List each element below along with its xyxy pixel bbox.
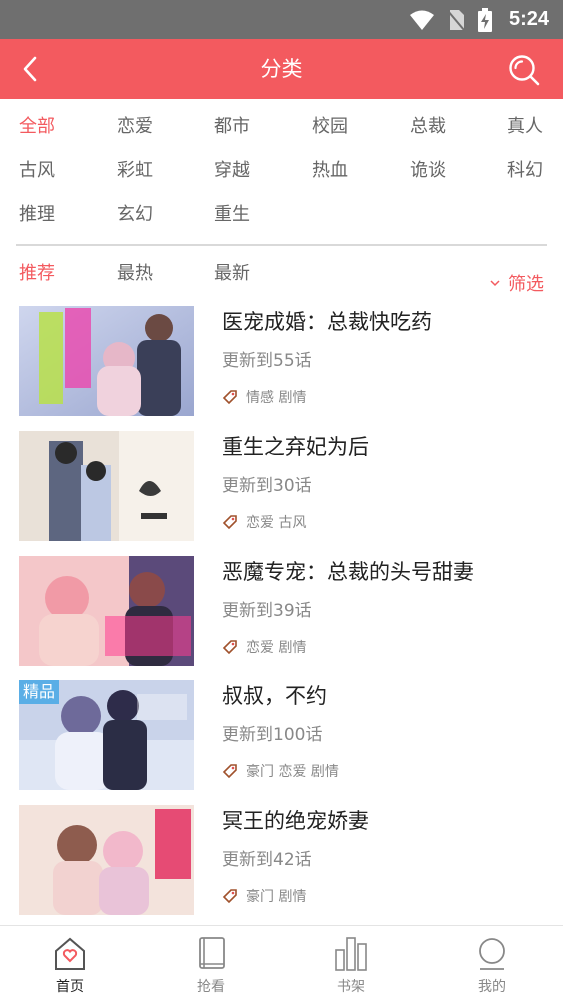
nav-bookshelf-label: 书架: [337, 979, 365, 995]
category-campus[interactable]: 校园: [312, 105, 348, 149]
search-button[interactable]: [507, 53, 541, 87]
category-rebirth[interactable]: 重生: [214, 193, 250, 237]
wifi-icon: [409, 10, 434, 30]
comic-title[interactable]: 叔叔，不约: [222, 680, 327, 710]
category-scifi[interactable]: 科幻: [507, 149, 543, 193]
page-title: 分类: [260, 57, 303, 81]
nav-profile-label: 我的: [478, 979, 506, 995]
comic-tags: 豪门 恋爱 剧情: [222, 760, 339, 782]
comic-item[interactable]: 精品 叔叔，不约 更新到100话 豪门 恋爱 剧情: [0, 680, 563, 792]
comic-tags: 恋爱 剧情: [222, 636, 306, 658]
app-header: 分类: [0, 39, 563, 99]
comic-cover[interactable]: 精品: [19, 680, 194, 790]
category-rainbow[interactable]: 彩虹: [117, 149, 153, 193]
comic-cover[interactable]: [19, 306, 194, 416]
category-fantasy[interactable]: 玄幻: [117, 193, 153, 237]
nav-quick-read-label: 抢看: [197, 979, 225, 995]
profile-icon: [479, 938, 505, 970]
bottom-nav: 首页 抢看 书架 我的: [0, 925, 563, 1000]
category-all[interactable]: 全部: [19, 105, 55, 149]
category-row: 全部 恋爱 都市 校园 总裁 真人: [0, 105, 563, 149]
tag-icon: [222, 515, 237, 530]
book-icon: [199, 937, 225, 969]
comic-title[interactable]: 重生之弃妃为后: [222, 431, 369, 461]
category-time-travel[interactable]: 穿越: [214, 149, 250, 193]
category-ceo[interactable]: 总裁: [410, 105, 446, 149]
comic-tags-text: 情感 剧情: [246, 390, 307, 406]
comic-tags: 恋爱 古风: [222, 511, 306, 533]
sort-tab-recommended[interactable]: 推荐: [19, 256, 55, 292]
battery-charging-icon: [477, 7, 492, 32]
category-detective[interactable]: 推理: [19, 193, 55, 237]
comic-update: 更新到100话: [222, 725, 323, 745]
premium-badge: 精品: [19, 680, 60, 704]
comic-update: 更新到30话: [222, 476, 312, 496]
nav-bookshelf[interactable]: 书架: [281, 926, 421, 1000]
comic-title[interactable]: 医宠成婚：总裁快吃药: [222, 306, 432, 336]
nav-home-label: 首页: [56, 979, 84, 995]
category-live-action[interactable]: 真人: [507, 105, 543, 149]
tag-icon: [222, 390, 237, 405]
status-bar: 5:24: [0, 0, 563, 39]
comic-item[interactable]: 重生之弃妃为后 更新到30话 恋爱 古风: [0, 431, 563, 543]
nav-quick-read[interactable]: 抢看: [141, 926, 281, 1000]
category-mystery-tales[interactable]: 诡谈: [410, 149, 446, 193]
status-time: 5:24: [508, 8, 549, 30]
category-romance[interactable]: 恋爱: [117, 105, 153, 149]
comic-update: 更新到55话: [222, 351, 312, 371]
comic-item[interactable]: 医宠成婚：总裁快吃药 更新到55话 情感 剧情: [0, 306, 563, 418]
comic-tags: 情感 剧情: [222, 386, 306, 408]
comic-update: 更新到42话: [222, 850, 312, 870]
category-row: 推理 玄幻 重生: [0, 193, 563, 237]
bookshelf-icon: [335, 937, 367, 971]
category-row: 古风 彩虹 穿越 热血 诡谈 科幻: [0, 149, 563, 193]
chevron-down-icon: [490, 280, 500, 287]
divider: [16, 244, 547, 246]
comic-cover[interactable]: [19, 431, 194, 541]
comic-item[interactable]: 恶魔专宠：总裁的头号甜妻 更新到39话 恋爱 剧情: [0, 556, 563, 668]
comic-tags-text: 恋爱 剧情: [246, 640, 307, 656]
nav-home[interactable]: 首页: [0, 926, 140, 1000]
sort-tab-hottest[interactable]: 最热: [117, 256, 153, 292]
comic-item[interactable]: 冥王的绝宠娇妻 更新到42话 豪门 剧情: [0, 805, 563, 917]
comic-tags-text: 豪门 恋爱 剧情: [246, 764, 339, 780]
no-sim-icon: [447, 9, 465, 31]
comic-tags: 豪门 剧情: [222, 885, 306, 907]
comic-cover[interactable]: [19, 805, 194, 915]
comic-update: 更新到39话: [222, 601, 312, 621]
comic-title[interactable]: 冥王的绝宠娇妻: [222, 805, 369, 835]
nav-profile[interactable]: 我的: [422, 926, 562, 1000]
tag-icon: [222, 764, 237, 779]
comic-tags-text: 豪门 剧情: [246, 889, 307, 905]
category-ancient[interactable]: 古风: [19, 149, 55, 193]
home-heart-icon: [55, 937, 85, 970]
category-action[interactable]: 热血: [312, 149, 348, 193]
comic-tags-text: 恋爱 古风: [246, 515, 307, 531]
comic-cover[interactable]: [19, 556, 194, 666]
category-grid: 全部 恋爱 都市 校园 总裁 真人 古风 彩虹 穿越 热血 诡谈 科幻 推理 玄…: [0, 105, 563, 237]
tag-icon: [222, 640, 237, 655]
tag-icon: [222, 889, 237, 904]
filter-button[interactable]: 筛选: [490, 268, 544, 298]
filter-label: 筛选: [508, 274, 544, 295]
category-urban[interactable]: 都市: [214, 105, 250, 149]
comic-title[interactable]: 恶魔专宠：总裁的头号甜妻: [222, 556, 474, 586]
search-icon: [509, 55, 540, 86]
sort-tab-newest[interactable]: 最新: [214, 256, 250, 292]
